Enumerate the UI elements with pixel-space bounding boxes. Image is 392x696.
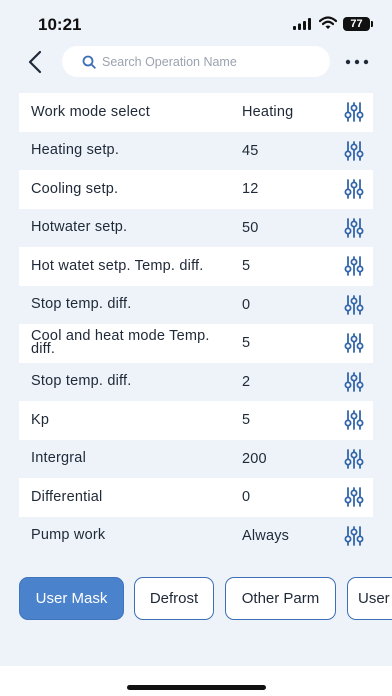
param-name: Pump work bbox=[31, 527, 106, 543]
param-row-work-mode-select[interactable]: Work mode select Heating bbox=[19, 93, 373, 132]
param-row-stop-temp-diff-2[interactable]: Stop temp. diff. 2 bbox=[19, 362, 373, 401]
param-name: Hotwater setp. bbox=[31, 219, 128, 235]
param-value: 5 bbox=[242, 412, 251, 429]
tab-user[interactable]: User bbox=[347, 577, 392, 620]
param-value: 5 bbox=[242, 335, 251, 352]
search-icon bbox=[82, 55, 96, 69]
param-name: Stop temp. diff. bbox=[31, 373, 132, 389]
tab-defrost[interactable]: Defrost bbox=[134, 577, 214, 620]
tab-user-mask[interactable]: User Mask bbox=[19, 577, 124, 620]
param-value: Heating bbox=[242, 104, 294, 121]
adjust-settings-icon[interactable] bbox=[343, 525, 365, 547]
back-button[interactable] bbox=[22, 48, 48, 76]
tab-other-parm[interactable]: Other Parm bbox=[225, 577, 336, 620]
adjust-settings-icon[interactable] bbox=[343, 409, 365, 431]
search-input[interactable] bbox=[102, 54, 312, 69]
category-tab-bar: User Mask Defrost Other Parm User bbox=[19, 577, 392, 621]
param-name: Differential bbox=[31, 488, 103, 505]
param-value: 0 bbox=[242, 296, 251, 313]
param-value: 200 bbox=[242, 450, 267, 467]
param-row-hot-water-temp-diff[interactable]: Hot watet setp. Temp. diff. 5 bbox=[19, 247, 373, 286]
param-value: 50 bbox=[242, 219, 259, 236]
param-name: Work mode select bbox=[31, 103, 150, 120]
adjust-settings-icon[interactable] bbox=[343, 255, 365, 277]
param-name: Stop temp. diff. bbox=[31, 296, 132, 312]
adjust-settings-icon[interactable] bbox=[343, 371, 365, 393]
param-row-pump-work[interactable]: Pump work Always bbox=[19, 516, 373, 555]
status-bar: 10:21 77 bbox=[0, 0, 392, 46]
param-row-heating-setp[interactable]: Heating setp. 45 bbox=[19, 131, 373, 170]
param-row-cool-heat-temp-diff[interactable]: Cool and heat mode Temp. diff. 5 bbox=[19, 324, 373, 363]
parameter-list: Work mode select Heating Heating setp. 4… bbox=[19, 93, 373, 555]
param-value: 5 bbox=[242, 258, 251, 275]
adjust-settings-icon[interactable] bbox=[343, 486, 365, 508]
param-value: 45 bbox=[242, 142, 259, 159]
param-value: 12 bbox=[242, 181, 259, 198]
adjust-settings-icon[interactable] bbox=[343, 294, 365, 316]
adjust-settings-icon[interactable] bbox=[343, 332, 365, 354]
param-row-differential[interactable]: Differential 0 bbox=[19, 478, 373, 517]
status-time: 10:21 bbox=[38, 15, 82, 34]
chevron-left-icon bbox=[28, 50, 42, 74]
param-value: 2 bbox=[242, 373, 251, 390]
param-name: Hot watet setp. Temp. diff. bbox=[31, 257, 204, 274]
home-indicator[interactable] bbox=[127, 685, 266, 690]
adjust-settings-icon[interactable] bbox=[343, 140, 365, 162]
more-options-button[interactable] bbox=[343, 52, 371, 72]
param-row-stop-temp-diff[interactable]: Stop temp. diff. 0 bbox=[19, 285, 373, 324]
cellular-signal-icon bbox=[293, 18, 311, 30]
wifi-icon bbox=[319, 16, 337, 29]
battery-icon: 77 bbox=[343, 17, 373, 31]
param-name: Kp bbox=[31, 411, 50, 428]
param-name: Cooling setp. bbox=[31, 180, 119, 197]
param-row-intergral[interactable]: Intergral 200 bbox=[19, 439, 373, 478]
param-name: Intergral bbox=[31, 450, 86, 466]
search-box[interactable] bbox=[62, 46, 330, 77]
param-name: Heating setp. bbox=[31, 142, 120, 158]
bottom-safe-area bbox=[0, 666, 392, 696]
more-dots-icon bbox=[345, 59, 369, 65]
param-name: Cool and heat mode Temp. diff. bbox=[31, 327, 210, 358]
param-value: 0 bbox=[242, 489, 251, 506]
param-value: Always bbox=[242, 527, 290, 544]
param-row-cooling-setp[interactable]: Cooling setp. 12 bbox=[19, 170, 373, 209]
adjust-settings-icon[interactable] bbox=[343, 101, 365, 123]
adjust-settings-icon[interactable] bbox=[343, 448, 365, 470]
battery-level: 77 bbox=[350, 18, 363, 30]
adjust-settings-icon[interactable] bbox=[343, 217, 365, 239]
param-row-kp[interactable]: Kp 5 bbox=[19, 401, 373, 440]
adjust-settings-icon[interactable] bbox=[343, 178, 365, 200]
param-row-hotwater-setp[interactable]: Hotwater setp. 50 bbox=[19, 208, 373, 247]
